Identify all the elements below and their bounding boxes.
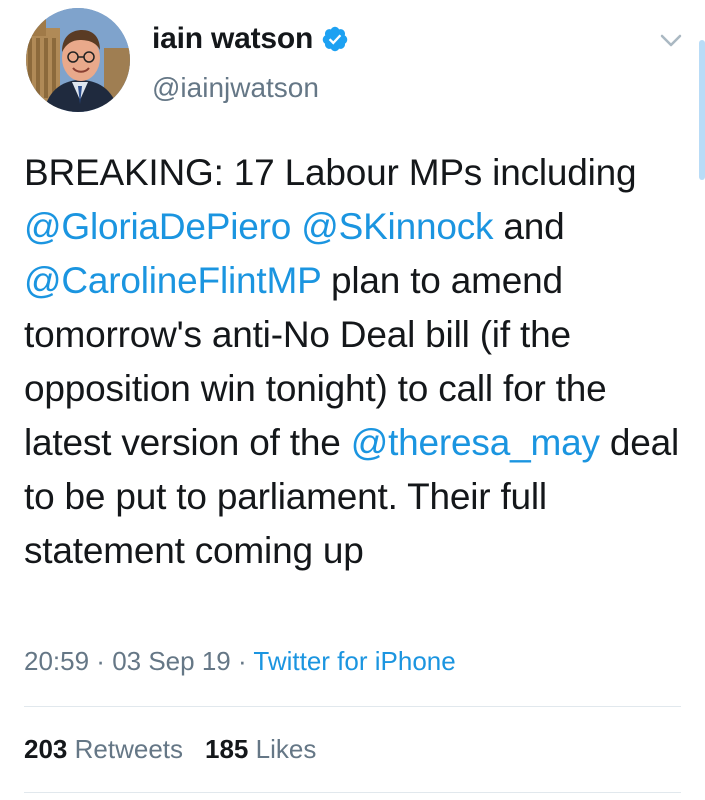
tweet-source-link[interactable]: Twitter for iPhone [253, 646, 455, 676]
tweet-meta: 20:59 · 03 Sep 19 · Twitter for iPhone [24, 646, 456, 677]
divider [24, 706, 681, 707]
verified-badge-icon [322, 26, 348, 52]
meta-separator: · [89, 646, 113, 676]
scroll-indicator [699, 40, 705, 180]
avatar[interactable] [26, 8, 130, 112]
retweets-count: 203 [24, 734, 68, 764]
likes-label: Likes [255, 734, 317, 764]
author-name-row[interactable]: iain watson [152, 22, 349, 56]
avatar-image [26, 8, 130, 112]
tweet-text-segment [291, 206, 301, 247]
mention-link[interactable]: @SKinnock [301, 206, 493, 247]
tweet-stats: 203 Retweets 185 Likes [24, 734, 316, 765]
tweet-text-segment: BREAKING: 17 Labour MPs including [24, 152, 637, 193]
tweet-text-segment: and [493, 206, 565, 247]
tweet-text: BREAKING: 17 Labour MPs including @Glori… [24, 146, 684, 578]
retweets-label: Retweets [74, 734, 184, 764]
likes-count: 185 [205, 734, 249, 764]
chevron-down-icon[interactable] [660, 34, 682, 48]
mention-link[interactable]: @theresa_may [351, 422, 600, 463]
mention-link[interactable]: @GloriaDePiero [24, 206, 291, 247]
author-display-name[interactable]: iain watson [152, 22, 313, 56]
tweet-card: iain watson @iainjwatson BREAKING: 17 La… [0, 0, 705, 800]
divider [24, 792, 681, 793]
tweet-time[interactable]: 20:59 [24, 646, 89, 676]
likes-stat[interactable]: 185 Likes [205, 734, 316, 764]
tweet-date[interactable]: 03 Sep 19 [112, 646, 231, 676]
retweets-stat[interactable]: 203 Retweets [24, 734, 183, 764]
author-handle[interactable]: @iainjwatson [152, 72, 319, 104]
meta-separator: · [230, 646, 254, 676]
mention-link[interactable]: @CarolineFlintMP [24, 260, 321, 301]
